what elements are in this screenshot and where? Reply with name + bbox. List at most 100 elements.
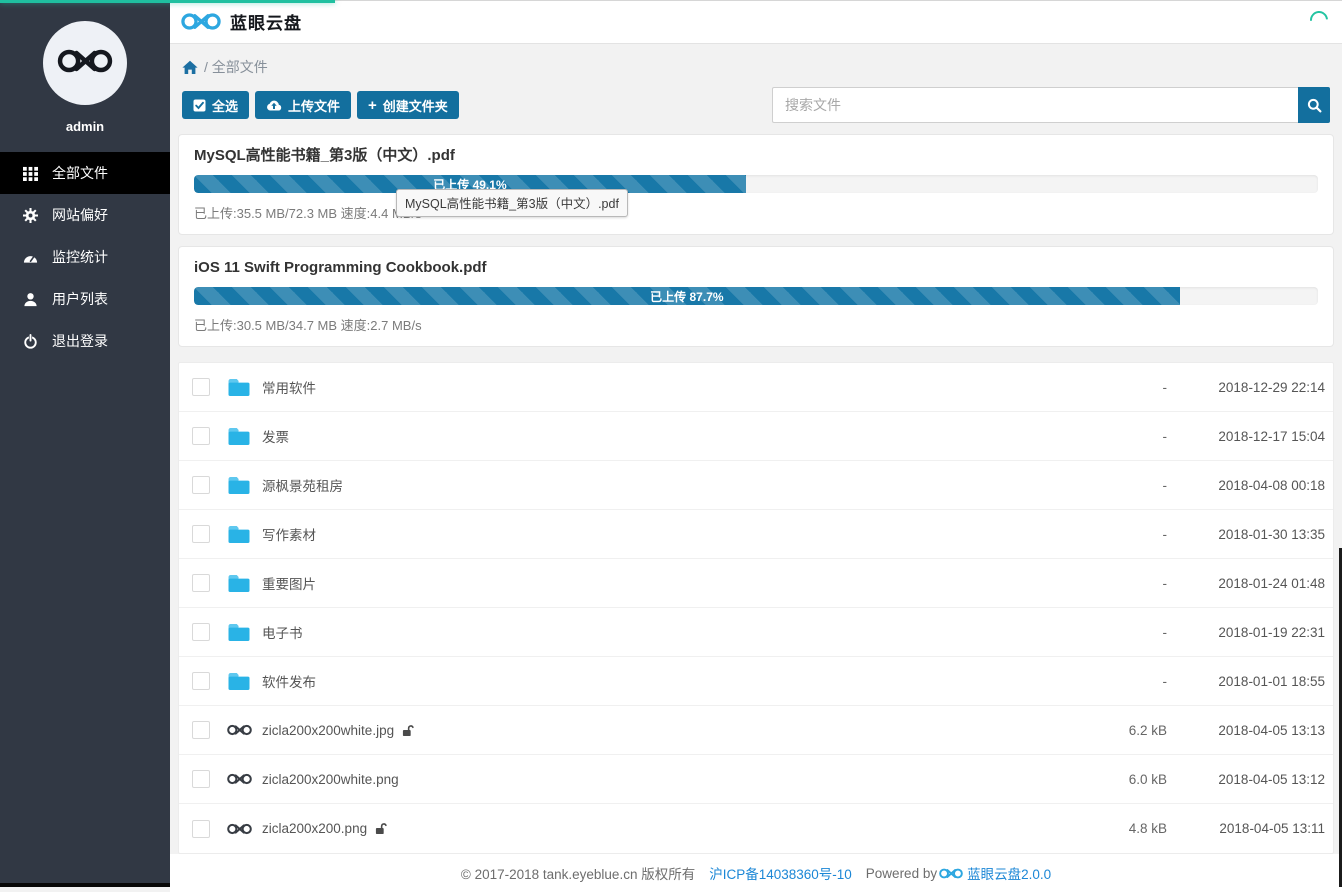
sidebar-item-preferences[interactable]: 网站偏好 [0,194,170,236]
folder-icon [226,427,252,446]
row-checkbox[interactable] [192,623,210,641]
file-row[interactable]: 电子书 - 2018-01-19 22:31 [179,608,1333,657]
row-checkbox[interactable] [192,427,210,445]
file-name[interactable]: zicla200x200.png [262,821,367,836]
row-checkbox[interactable] [192,378,210,396]
file-date: 2018-04-05 13:11 [1167,821,1325,836]
breadcrumb: / 全部文件 [178,44,1334,77]
folder-icon [226,574,252,593]
home-icon[interactable] [182,60,198,75]
sidebar-item-monitoring[interactable]: 监控统计 [0,236,170,278]
row-checkbox[interactable] [192,721,210,739]
file-row[interactable]: zicla200x200white.png 6.0 kB 2018-04-05 … [179,755,1333,804]
toolbar: 全选 上传文件 + 创建文件夹 [178,87,1334,123]
file-row[interactable]: zicla200x200white.jpg 6.2 kB 2018-04-05 … [179,706,1333,755]
footer: © 2017-2018 tank.eyeblue.cn 版权所有 沪ICP备14… [170,854,1342,892]
file-size: - [1087,625,1167,640]
app-title: 蓝眼云盘 [230,9,302,34]
folder-icon [226,623,252,642]
file-row[interactable]: 重要图片 - 2018-01-24 01:48 [179,559,1333,608]
file-logo-icon [226,821,252,837]
create-folder-button[interactable]: + 创建文件夹 [357,91,459,119]
file-row[interactable]: 发票 - 2018-12-17 15:04 [179,412,1333,461]
gauge-icon [22,249,38,265]
search-input[interactable] [772,87,1298,123]
file-date: 2018-12-17 15:04 [1167,429,1325,444]
upload-file-label: 上传文件 [288,96,340,115]
file-name[interactable]: zicla200x200white.png [262,772,399,787]
file-size: - [1087,527,1167,542]
sidebar-item-logout[interactable]: 退出登录 [0,320,170,362]
grid-icon [22,165,38,181]
lock-open-icon [375,822,387,835]
upload-card: MySQL高性能书籍_第3版（中文）.pdf 已上传 49.1% 已上传:35.… [178,134,1334,235]
select-all-button[interactable]: 全选 [182,91,249,119]
file-row[interactable]: zicla200x200.png 4.8 kB 2018-04-05 13:11 [179,804,1333,853]
search-button[interactable] [1298,87,1330,123]
file-name[interactable]: 软件发布 [262,671,316,691]
file-date: 2018-04-05 13:13 [1167,723,1325,738]
file-size: - [1087,478,1167,493]
app-logo-icon [181,9,221,34]
content: / 全部文件 全选 [170,44,1342,883]
user-icon [22,291,38,307]
row-checkbox[interactable] [192,574,210,592]
breadcrumb-separator: / [204,59,208,75]
upload-progress-fill: 已上传 87.7% [194,287,1180,305]
cloud-upload-icon [266,99,282,111]
row-checkbox[interactable] [192,770,210,788]
row-checkbox[interactable] [192,476,210,494]
file-size: 6.2 kB [1087,723,1167,738]
breadcrumb-current: 全部文件 [212,57,268,77]
file-date: 2018-01-19 22:31 [1167,625,1325,640]
row-checkbox[interactable] [192,525,210,543]
upload-card: iOS 11 Swift Programming Cookbook.pdf 已上… [178,246,1334,347]
file-date: 2018-04-08 00:18 [1167,478,1325,493]
file-logo-icon [226,722,252,738]
sidebar-nav: 全部文件 网站偏好 [0,152,170,362]
file-row[interactable]: 常用软件 - 2018-12-29 22:14 [179,363,1333,412]
check-square-icon [193,99,206,112]
sidebar-item-label: 网站偏好 [52,205,108,225]
file-name[interactable]: zicla200x200white.jpg [262,723,394,738]
folder-icon [226,378,252,397]
file-name[interactable]: 常用软件 [262,377,316,397]
sidebar-item-label: 退出登录 [52,331,108,351]
row-checkbox[interactable] [192,820,210,838]
row-checkbox[interactable] [192,672,210,690]
select-all-label: 全选 [212,96,238,115]
file-row[interactable]: 源枫景苑租房 - 2018-04-08 00:18 [179,461,1333,510]
file-date: 2018-04-05 13:12 [1167,772,1325,787]
gear-icon [22,207,38,223]
footer-powered-by: Powered by [866,866,937,881]
footer-icp-link[interactable]: 沪ICP备14038360号-10 [709,863,852,883]
file-list: 常用软件 - 2018-12-29 22:14 发票 - 2018-12-17 … [178,362,1334,854]
avatar [43,21,127,105]
footer-logo-icon [939,866,963,881]
file-row[interactable]: 写作素材 - 2018-01-30 13:35 [179,510,1333,559]
app-window: admin 全部文件 [0,0,1342,883]
power-icon [22,333,38,349]
file-size: - [1087,380,1167,395]
loading-spinner-icon [1306,7,1331,32]
sidebar-item-all-files[interactable]: 全部文件 [0,152,170,194]
file-name[interactable]: 重要图片 [262,573,316,593]
file-name[interactable]: 源枫景苑租房 [262,475,343,495]
plus-icon: + [368,98,377,113]
upload-file-button[interactable]: 上传文件 [255,91,351,119]
lock-open-icon [402,724,414,737]
file-date: 2018-01-30 13:35 [1167,527,1325,542]
sidebar-item-label: 监控统计 [52,247,108,267]
file-row[interactable]: 软件发布 - 2018-01-01 18:55 [179,657,1333,706]
sidebar-item-label: 用户列表 [52,289,108,309]
file-name[interactable]: 发票 [262,426,289,446]
footer-product-link[interactable]: 蓝眼云盘2.0.0 [939,863,1051,883]
main-area: 蓝眼云盘 / 全部文件 [170,0,1342,883]
file-name[interactable]: 电子书 [262,622,303,642]
file-name[interactable]: 写作素材 [262,524,316,544]
loading-progress-bar [0,0,335,3]
folder-icon [226,672,252,691]
sidebar-item-users[interactable]: 用户列表 [0,278,170,320]
search-icon [1307,98,1322,113]
app-header: 蓝眼云盘 [170,0,1342,44]
